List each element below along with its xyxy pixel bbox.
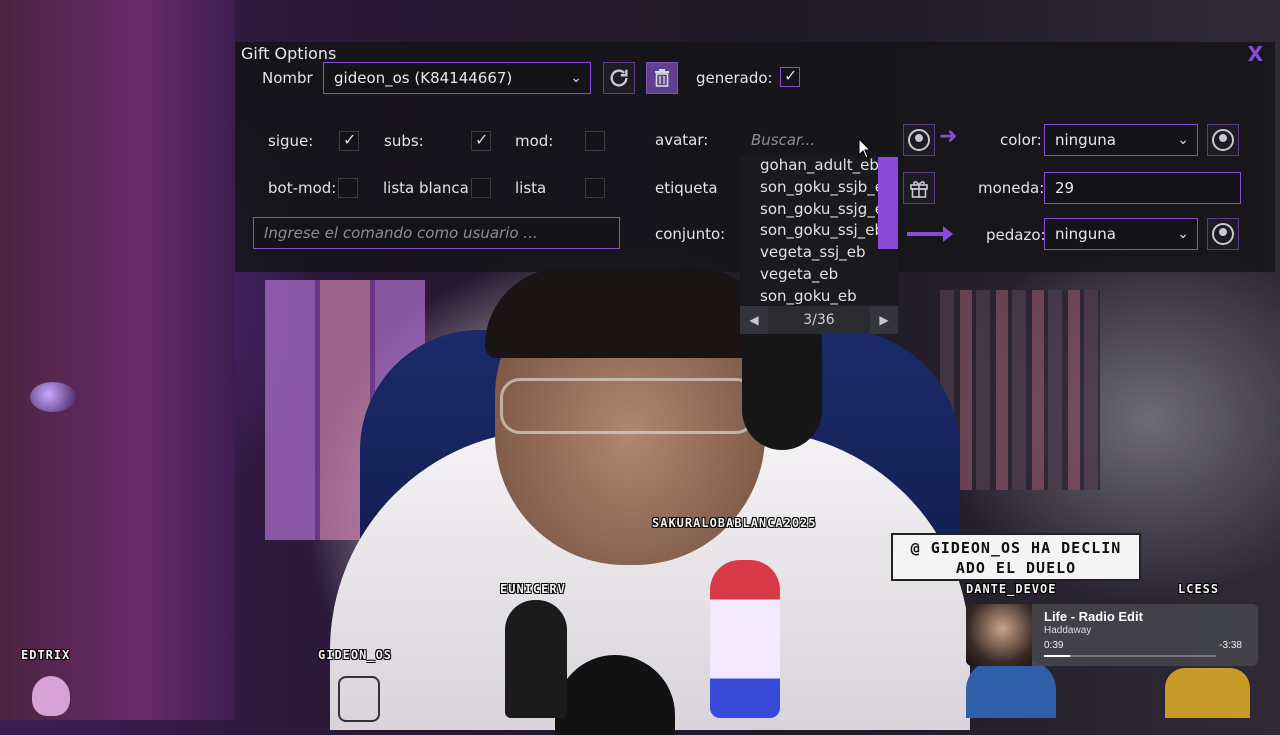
arrow-right-icon [907,226,953,242]
avatar-icon [908,129,930,151]
chevron-down-icon: ⌄ [1177,132,1189,148]
lista-blanca-label: lista blanca [383,179,469,197]
song-title: Life - Radio Edit [1044,609,1143,624]
avatar-dropdown-list: gohan_adult_eb son_goku_ssjb_eb son_goku… [740,155,898,305]
background-shelf [940,290,1100,490]
gift-icon [910,181,928,198]
lista-label: lista [515,179,547,197]
subs-checkbox[interactable] [471,130,491,151]
streamer-glasses [500,378,756,434]
chevron-down-icon: ⌄ [570,70,582,86]
botmod-label: bot-mod: [268,179,337,197]
viewer-name-top: SAKURALOBABLANCA2025 [652,516,817,530]
close-button[interactable]: X [1248,42,1263,66]
kirby-sprite [32,676,70,716]
elapsed-time: 0:39 [1044,640,1064,651]
door-knob [30,382,76,412]
user-select-value: gideon_os (K84144667) [334,69,513,87]
avatar-icon [1212,223,1234,245]
moneda-label: moneda: [978,179,1045,197]
pedazo-label: pedazo: [986,226,1046,244]
color-select[interactable]: ninguna ⌄ [1044,124,1198,156]
dropdown-pager: ◀ 3/36 ▶ [740,306,898,334]
progress-bar [1044,655,1216,657]
viewer-name-edtrix: EDTRIX [21,648,71,662]
trash-icon [655,69,669,87]
list-item[interactable]: son_goku_ssjb_eb [740,177,898,199]
viewer-name-lcess: LCESS [1178,582,1220,596]
pedazo-select[interactable]: ninguna ⌄ [1044,218,1198,250]
duel-notice: @ GIDEON_OS HA DECLIN ADO EL DUELO [891,533,1141,581]
generado-label: generado: [696,69,773,87]
pedazo-select-value: ninguna [1055,225,1116,243]
progress-fill [1044,655,1070,657]
lista-blanca-checkbox[interactable] [471,178,491,198]
arrow-right-icon: ➜ [939,124,958,149]
viewer-name-eunicerv: EUNICERV [500,582,566,596]
next-page-button[interactable]: ▶ [870,306,898,334]
avatar-search-input[interactable]: Buscar... [751,131,815,149]
list-item[interactable]: vegeta_ssj_eb [740,242,898,264]
gideon-sprite [338,676,380,722]
mod-checkbox[interactable] [585,131,605,151]
jester-sprite [710,560,780,718]
delete-button[interactable] [646,62,678,94]
dropdown-scrollbar[interactable] [878,157,898,249]
mouse-cursor-icon [858,138,872,159]
gift-button[interactable] [903,172,935,204]
avatar-apply-button[interactable] [903,124,935,156]
background-door [0,0,235,720]
color-select-value: ninguna [1055,131,1116,149]
streamer-hair [485,268,775,358]
viewer-name-dante: DANTE_DEVOE [966,582,1057,596]
command-input[interactable]: Ingrese el comando como usuario ... [253,217,620,249]
sigue-checkbox[interactable] [339,130,359,151]
lista-checkbox[interactable] [585,178,605,198]
list-item[interactable]: son_goku_eb [740,286,898,305]
pedazo-apply-button[interactable] [1207,218,1239,250]
user-select[interactable]: gideon_os (K84144667) ⌄ [323,62,591,94]
refresh-icon [610,69,628,87]
list-item[interactable]: son_goku_ssj_eb [740,220,898,242]
color-apply-button[interactable] [1207,124,1239,156]
ghostface-sprite [505,600,567,718]
subs-label: subs: [384,132,424,150]
moneda-input[interactable]: 29 [1044,172,1241,204]
list-item[interactable]: son_goku_ssjg_eb [740,199,898,221]
etiqueta-label: etiqueta [655,179,718,197]
song-artist: Haddaway [1044,625,1092,636]
list-item[interactable]: vegeta_eb [740,264,898,286]
gold-fighter-sprite [1165,668,1250,718]
sigue-label: sigue: [268,132,314,150]
mod-label: mod: [515,132,554,150]
panel-title: Gift Options [241,44,337,63]
list-item[interactable]: gohan_adult_eb [740,155,898,177]
fighter-sprite [966,660,1056,718]
refresh-button[interactable] [603,62,635,94]
color-label: color: [1000,131,1042,149]
chevron-down-icon: ⌄ [1177,226,1189,242]
botmod-checkbox[interactable] [338,178,358,198]
avatar-icon [1212,129,1234,151]
now-playing-widget: Life - Radio Edit Haddaway 0:39 -3:38 [966,604,1258,666]
avatar-label: avatar: [655,131,709,149]
album-art [966,604,1032,666]
viewer-name-gideon: GIDEON_OS [318,648,393,662]
generado-checkbox[interactable] [780,66,800,87]
conjunto-label: conjunto: [655,225,726,243]
remaining-time: -3:38 [1219,640,1242,651]
nombre-label: Nombr [262,69,313,87]
